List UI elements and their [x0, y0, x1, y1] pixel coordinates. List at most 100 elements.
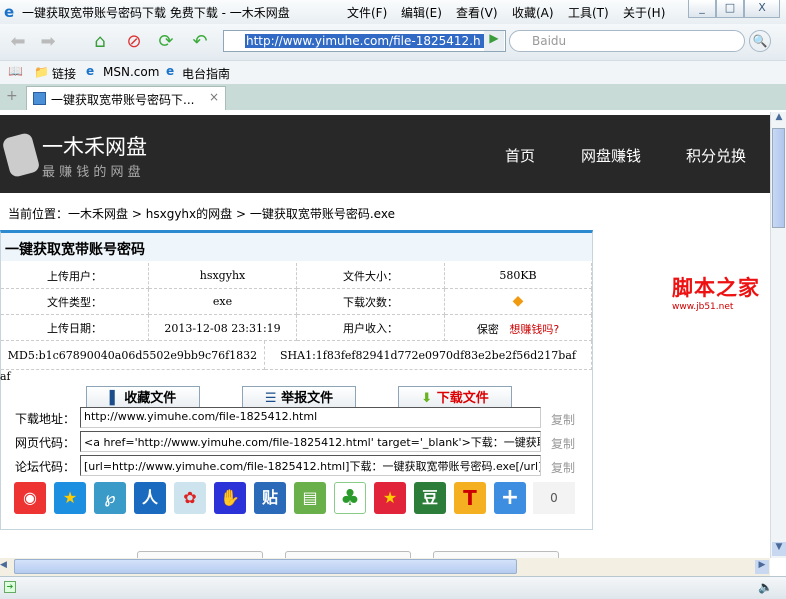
- breadcrumb-sep: >: [131, 207, 142, 221]
- html-code-field[interactable]: <a href='http://www.yimuhe.com/file-1825…: [80, 431, 541, 452]
- label-type: 文件类型：: [1, 289, 149, 315]
- tianya-share-icon[interactable]: T: [454, 482, 486, 514]
- scroll-right-icon[interactable]: ▶: [755, 560, 769, 574]
- link-msn[interactable]: MSN.com: [103, 65, 159, 79]
- breadcrumb: 当前位置：一木禾网盘 > hsxgyhx的网盘 > 一键获取宽带账号密码.exe: [8, 205, 395, 222]
- label-upload-user: 上传用户：: [1, 263, 149, 289]
- star-share-icon[interactable]: ★: [374, 482, 406, 514]
- forward-icon[interactable]: ➡: [36, 30, 60, 54]
- stop-icon[interactable]: ⊘: [122, 30, 146, 54]
- url-text[interactable]: http://www.yimuhe.com/file-1825412.h: [245, 34, 485, 48]
- vertical-scroll-thumb[interactable]: [772, 128, 785, 228]
- search-button[interactable]: 🔍: [749, 30, 771, 52]
- folder-icon: 📁: [34, 65, 49, 79]
- site-logo-text[interactable]: 一木禾网盘: [42, 131, 147, 161]
- window-title: 一键获取宽带账号密码下载 免费下载 - 一木禾网盘: [22, 6, 290, 20]
- tieba-share-icon[interactable]: 贴: [254, 482, 286, 514]
- maximize-button[interactable]: □: [716, 0, 744, 18]
- nav-home[interactable]: 首页: [505, 145, 535, 166]
- tab-active[interactable]: 一键获取宽带账号密码下... ×: [26, 86, 226, 110]
- copy-forum-button[interactable]: 复制: [551, 459, 575, 476]
- ie-logo-icon: e: [4, 3, 15, 21]
- douban-share-icon[interactable]: 豆: [414, 482, 446, 514]
- sha1-hash: SHA1:1f83fef82941d772e0970df83e2be2f56d2…: [265, 341, 592, 370]
- favorites-icon[interactable]: 📖: [8, 64, 23, 78]
- download-arrow-icon: ⬇: [421, 391, 433, 406]
- baidu-share-icon[interactable]: ✋: [214, 482, 246, 514]
- kaixin-share-icon[interactable]: ✿: [174, 482, 206, 514]
- label-date: 上传日期：: [1, 315, 149, 341]
- close-window-button[interactable]: X: [744, 0, 780, 18]
- share-count: 0: [533, 482, 575, 514]
- watermark-url: www.jb51.net: [672, 302, 734, 312]
- bottom-button-2[interactable]: [285, 551, 411, 558]
- link-radio[interactable]: 电台指南: [182, 65, 230, 82]
- breadcrumb-user[interactable]: hsxgyhx的网盘: [146, 207, 232, 221]
- renren-share-icon[interactable]: 人: [134, 482, 166, 514]
- menu-about[interactable]: 关于(H): [623, 4, 665, 21]
- download-url-field[interactable]: http://www.yimuhe.com/file-1825412.html: [80, 407, 541, 428]
- qzone-share-icon[interactable]: ★: [54, 482, 86, 514]
- menu-edit[interactable]: 编辑(E): [401, 4, 442, 21]
- undo-icon[interactable]: ↶: [188, 30, 212, 54]
- search-input[interactable]: Baidu: [509, 30, 745, 52]
- close-tab-icon[interactable]: ×: [209, 90, 219, 104]
- links-bar: 📖 📁 链接 e MSN.com e 电台指南: [0, 60, 786, 84]
- earn-money-link[interactable]: 想赚钱吗?: [509, 323, 559, 336]
- scroll-down-icon[interactable]: ▼: [772, 542, 786, 556]
- speaker-icon[interactable]: 🔈: [758, 580, 773, 594]
- more-share-icon[interactable]: +: [494, 482, 526, 514]
- label-income: 用户收入：: [297, 315, 445, 341]
- title-bar: e 一键获取宽带账号密码下载 免费下载 - 一木禾网盘 文件(F) 编辑(E) …: [0, 0, 786, 24]
- breadcrumb-home[interactable]: 一木禾网盘: [68, 207, 128, 221]
- page-content: 一木禾网盘 最 赚 钱 的 网 盘 首页 网盘赚钱 积分兑换 当前位置：一木禾网…: [0, 112, 770, 558]
- pengyou-share-icon[interactable]: ▤: [294, 482, 326, 514]
- horizontal-scroll-thumb[interactable]: [14, 559, 517, 574]
- new-tab-icon[interactable]: +: [6, 88, 18, 104]
- home-icon[interactable]: ⌂: [88, 30, 112, 54]
- menu-favorites[interactable]: 收藏(A): [512, 4, 554, 21]
- nav-points[interactable]: 积分兑换: [686, 145, 746, 166]
- overflow-text: af: [0, 370, 11, 383]
- breadcrumb-prefix: 当前位置：: [8, 207, 69, 221]
- tencent-weibo-share-icon[interactable]: ℘: [94, 482, 126, 514]
- watermark-text: 脚本之家: [672, 276, 760, 300]
- upload-date: 2013-12-08 23:31:19: [149, 315, 297, 341]
- weibo-share-icon[interactable]: ◉: [14, 482, 46, 514]
- copy-html-button[interactable]: 复制: [551, 435, 575, 452]
- bottom-button-3[interactable]: [433, 551, 559, 558]
- tab-label: 一键获取宽带账号密码下...: [51, 93, 195, 107]
- menu-view[interactable]: 查看(V): [456, 4, 498, 21]
- link-links[interactable]: 链接: [52, 65, 76, 82]
- status-bar: ➔ 🔈: [0, 576, 786, 599]
- site-logo-icon: [1, 131, 41, 179]
- menu-tools[interactable]: 工具(T): [568, 4, 609, 21]
- file-type: exe: [149, 289, 297, 315]
- copy-url-button[interactable]: 复制: [551, 411, 575, 428]
- file-size: 580KB: [445, 263, 592, 289]
- nav-earn[interactable]: 网盘赚钱: [581, 145, 641, 166]
- horizontal-scrollbar[interactable]: ◀ ▶: [0, 558, 770, 576]
- page-icon: [33, 92, 46, 105]
- scroll-up-icon[interactable]: ▲: [772, 112, 786, 126]
- forum-code-field[interactable]: [url=http://www.yimuhe.com/file-1825412.…: [80, 455, 541, 476]
- refresh-icon[interactable]: ⟳: [154, 30, 178, 54]
- menu-file[interactable]: 文件(F): [347, 4, 387, 21]
- go-button[interactable]: ▶: [484, 31, 504, 51]
- watermark-logo: 脚本之家 www.jb51.net: [672, 272, 770, 312]
- bottom-button-1[interactable]: [137, 551, 263, 558]
- back-icon[interactable]: ⬅: [6, 30, 30, 54]
- ie-page-icon: e: [86, 64, 95, 78]
- search-placeholder: Baidu: [532, 34, 567, 48]
- upload-user: hsxgyhx: [149, 263, 297, 289]
- label-size: 文件大小：: [297, 263, 445, 289]
- vertical-scrollbar[interactable]: ▲ ▼: [770, 112, 786, 558]
- diamond-icon: ◆: [445, 289, 592, 315]
- file-info-table: 上传用户： hsxgyhx 文件大小： 580KB 文件类型： exe 下载次数…: [1, 263, 592, 370]
- address-bar[interactable]: http://www.yimuhe.com/file-1825412.h: [223, 30, 506, 52]
- ie-page-icon: e: [166, 64, 175, 78]
- minimize-button[interactable]: _: [688, 0, 716, 18]
- qq-friends-share-icon[interactable]: ♣: [334, 482, 366, 514]
- scroll-left-icon[interactable]: ◀: [0, 560, 12, 574]
- status-page-icon: ➔: [4, 581, 16, 593]
